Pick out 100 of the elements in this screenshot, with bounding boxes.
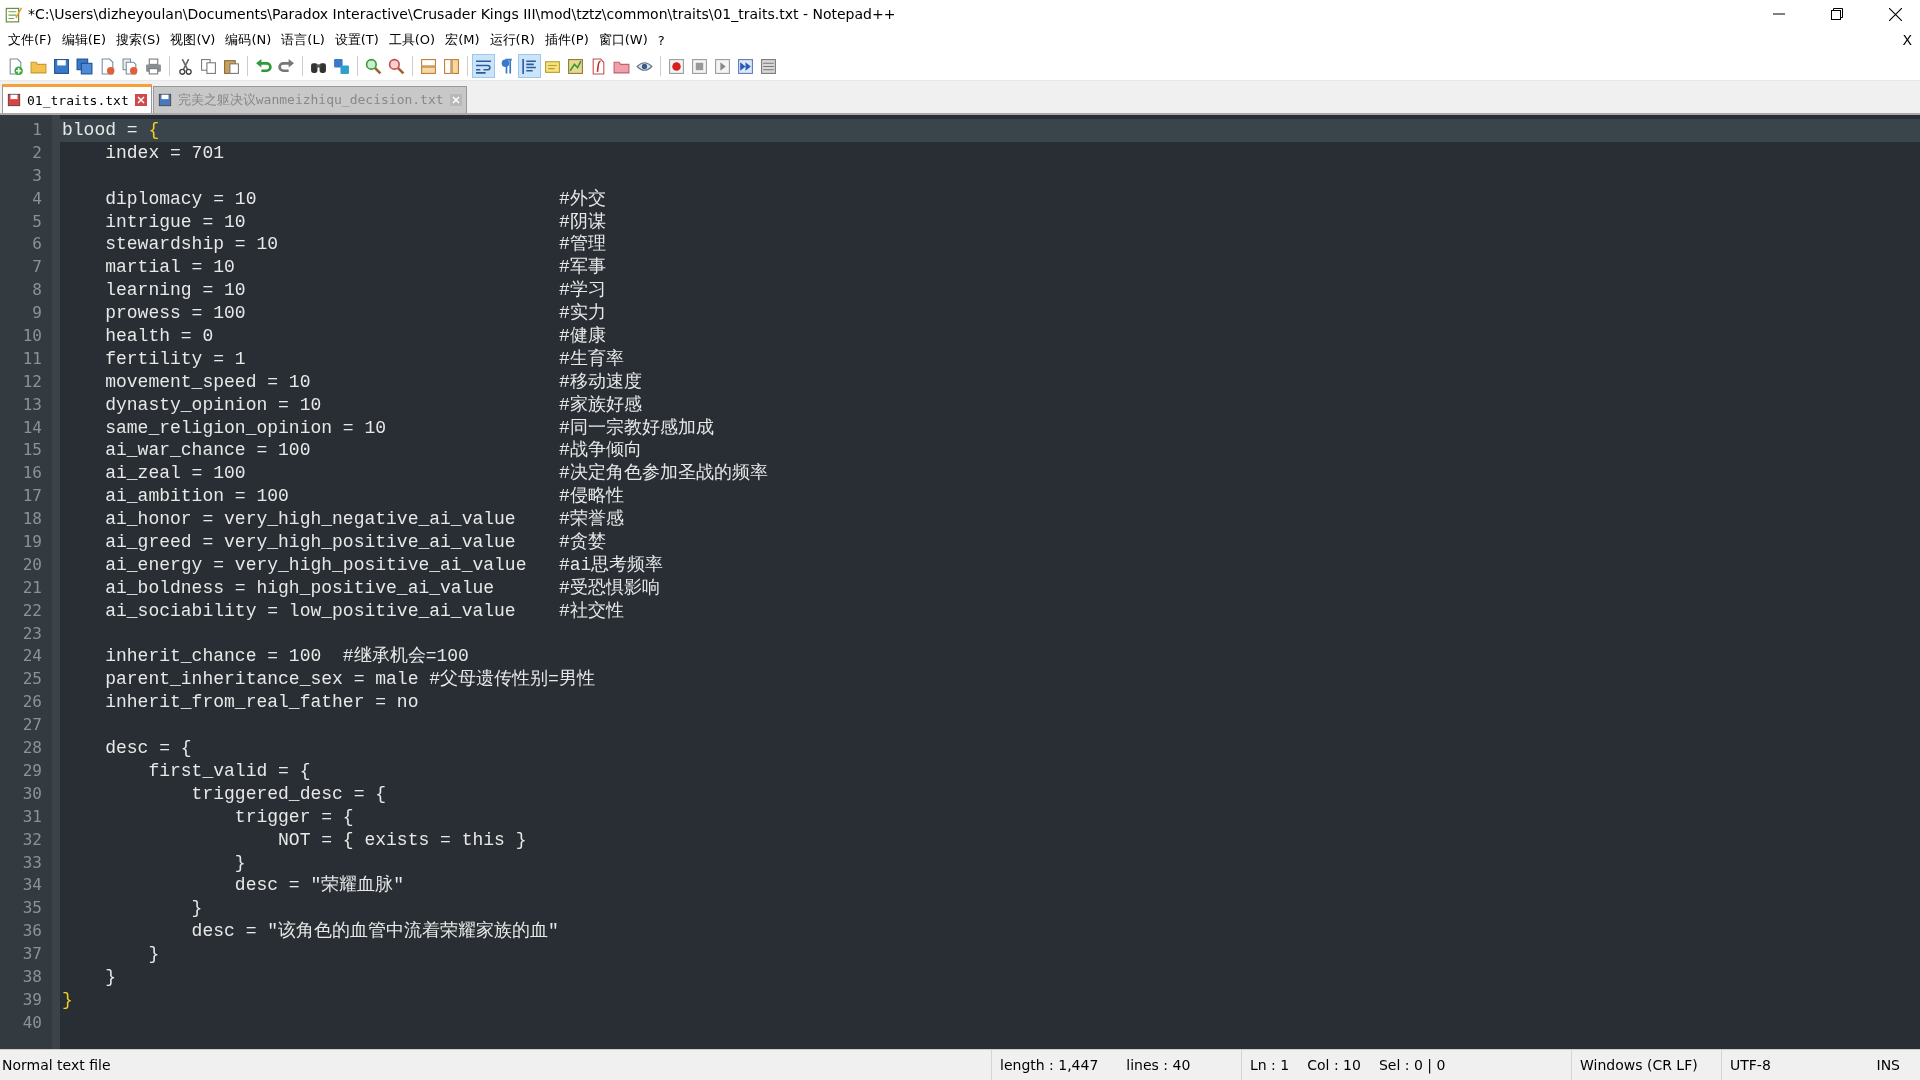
line-number: 34: [21, 874, 43, 897]
zoom-out-icon: [388, 57, 405, 75]
tab-label: 01_traits.txt: [27, 92, 129, 108]
save-icon: [53, 57, 70, 75]
code-text: first_valid = {: [147, 759, 311, 783]
save-icon: [7, 93, 21, 107]
fast-forward-icon: [737, 57, 754, 75]
code-text: inherit_from_real_father = no: [104, 691, 419, 715]
code-text: movement_speed = 10: [104, 370, 312, 394]
code-text: dynasty_opinion = 10: [104, 393, 323, 417]
file-tab[interactable]: 01_traits.txt: [2, 84, 152, 113]
line-number: 38: [21, 965, 43, 988]
code-text: triggered_desc = {: [190, 782, 387, 806]
line-number: 33: [21, 851, 43, 874]
notepad-icon: [4, 5, 22, 23]
line-number: 7: [31, 256, 43, 279]
menu-item[interactable]: 编辑(E): [57, 31, 112, 49]
menu-item[interactable]: 搜索(S): [112, 31, 167, 49]
line-number: 35: [21, 897, 43, 920]
window-icon: [760, 57, 777, 75]
menu-item[interactable]: 视图(V): [166, 31, 222, 49]
close-file-icon: [99, 57, 116, 75]
line-number: 8: [31, 279, 43, 302]
code-text: learning = 10: [104, 279, 247, 303]
menu-item[interactable]: 运行(R): [485, 31, 541, 49]
menu-item[interactable]: 插件(P): [540, 31, 595, 49]
new-file-icon: [7, 57, 24, 75]
code-text: }: [104, 965, 116, 989]
undo-icon: [255, 57, 272, 75]
line-number: 4: [31, 187, 43, 210]
line-number: 10: [21, 325, 43, 347]
code-text: desc = "该角色的血管中流着荣耀家族的血": [190, 920, 559, 944]
line-number: 16: [21, 462, 43, 485]
line-number: 14: [21, 416, 43, 439]
code-text: }: [147, 943, 160, 966]
save-icon: [157, 93, 172, 107]
menu-item[interactable]: ?: [653, 32, 671, 48]
code-text: prowess = 100: [104, 302, 247, 325]
line-number: 26: [21, 691, 43, 714]
record-icon: [668, 57, 685, 75]
cursor-column: Col : 10: [1307, 1057, 1361, 1073]
line-number: 6: [31, 233, 43, 256]
code-text: stewardship = 10: [104, 233, 280, 257]
document-length: length : 1,447: [1000, 1057, 1099, 1073]
file-type: Normal text file: [2, 1057, 111, 1073]
code-text: blood =: [62, 119, 139, 142]
code-comment: #战争倾向: [558, 439, 642, 463]
menu-item[interactable]: 编码(N): [221, 31, 278, 49]
line-number: 19: [21, 531, 43, 554]
zoom-in-icon: [365, 57, 382, 75]
line-number: 39: [21, 988, 43, 1011]
code-text: martial = 10: [104, 256, 236, 280]
code-comment: #移动速度: [558, 370, 642, 394]
code-comment: #侵略性: [558, 485, 624, 509]
code-text: ai_boldness = high_positive_ai_value: [104, 576, 496, 600]
code-text: fertility = 1: [104, 347, 247, 371]
code-text: NOT = { exists = this }: [277, 828, 527, 852]
code-text: trigger = {: [233, 805, 354, 829]
code-text: intrigue = 10: [104, 210, 247, 234]
code-text: diplomacy = 10: [104, 187, 258, 211]
word-wrap-icon: [475, 57, 492, 75]
restore-icon[interactable]: [1831, 8, 1843, 20]
code-comment: #受恐惧影响: [558, 576, 660, 600]
line-number: 24: [21, 645, 43, 668]
close-document-button[interactable]: X: [1902, 32, 1920, 48]
code-comment: #社交性: [558, 599, 624, 623]
close-icon[interactable]: [1889, 7, 1902, 21]
code-text: parent_inheritance_sex = male #父母遗传性别=男性: [104, 668, 595, 692]
insert-mode: INS: [1876, 1057, 1900, 1073]
line-number: 29: [21, 759, 43, 782]
code-comment: #阴谋: [558, 210, 606, 234]
code-comment: #实力: [558, 302, 606, 325]
code-editor[interactable]: [0, 115, 1920, 1049]
code-comment: #ai思考频率: [558, 553, 664, 577]
line-number: 22: [21, 599, 43, 622]
code-comment: #学习: [558, 279, 606, 303]
menu-item[interactable]: 设置(T): [330, 31, 385, 49]
line-ending: Windows (CR LF): [1580, 1057, 1698, 1073]
redo-icon: [278, 57, 295, 75]
line-number: 3: [31, 164, 43, 187]
window-title: *C:\Users\dizheyoulan\Documents\Paradox Interactive\Crusader Kings III\mod\tztz\common\traits\01_traits.txt - Notepad++: [28, 6, 896, 22]
code-comment: #家族好感: [558, 393, 642, 417]
code-text: ai_sociability = low_positive_ai_value: [104, 599, 517, 623]
menu-item[interactable]: 窗口(W): [594, 31, 654, 49]
line-number: 30: [21, 782, 43, 805]
menu-item[interactable]: 工具(O): [384, 31, 442, 49]
code-comment: #管理: [558, 233, 606, 257]
code-text: }: [233, 851, 246, 875]
code-text: ai_ambition = 100: [104, 485, 290, 509]
line-number: 21: [21, 576, 43, 599]
menu-item[interactable]: 文件(F): [4, 31, 58, 49]
code-text: health = 0: [104, 325, 215, 348]
sync-scroll-icon: [420, 57, 437, 75]
menu-item[interactable]: 宏(M): [441, 31, 486, 49]
code-text: desc = {: [104, 737, 192, 760]
menu-item[interactable]: 语言(L): [277, 31, 331, 49]
line-number: 27: [21, 714, 43, 737]
line-number: 12: [21, 370, 43, 393]
line-number: 9: [31, 302, 43, 325]
line-number: 18: [21, 508, 43, 531]
